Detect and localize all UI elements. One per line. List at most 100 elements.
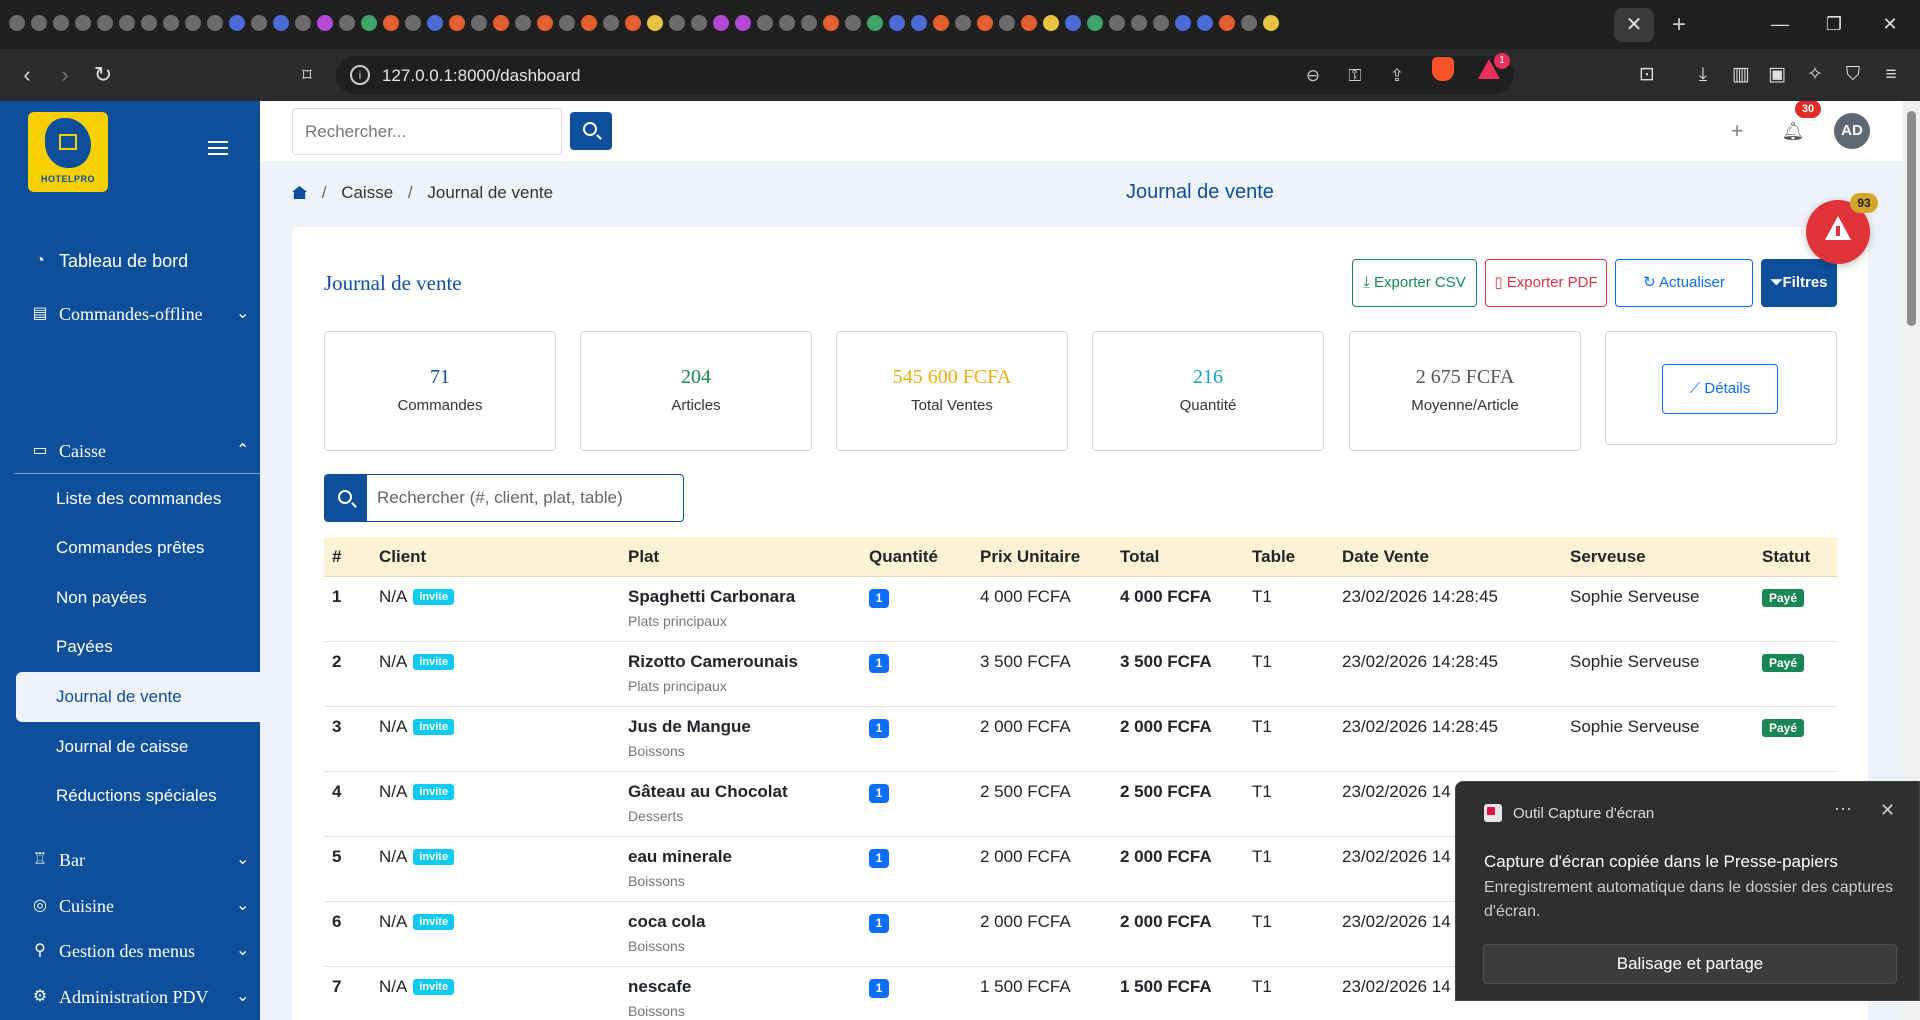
vpn-shield-icon[interactable]: ⛉ xyxy=(1840,62,1866,88)
tab-favicon[interactable] xyxy=(97,14,113,31)
column-header[interactable]: Prix Unitaire xyxy=(980,547,1080,567)
tab-favicon[interactable] xyxy=(471,14,487,31)
scrollbar-thumb[interactable] xyxy=(1907,111,1916,326)
table-row[interactable]: 2 N/A invite Rizotto Camerounais Plats pr… xyxy=(324,642,1837,707)
sidebar-toggle-icon[interactable]: ▥ xyxy=(1728,62,1754,88)
tab-favicon[interactable] xyxy=(53,14,69,31)
hotelpro-logo[interactable]: HOTELPRO xyxy=(28,112,108,192)
tab-favicon[interactable] xyxy=(713,14,729,31)
column-header[interactable]: # xyxy=(332,547,341,567)
sidebar-item-cuisine[interactable]: ◎ Cuisine ⌄ xyxy=(0,886,260,926)
tab-favicon[interactable] xyxy=(163,14,179,31)
column-header[interactable]: Statut xyxy=(1762,547,1810,567)
tab-favicon[interactable] xyxy=(1153,14,1169,31)
column-header[interactable]: Serveuse xyxy=(1570,547,1646,567)
download-icon[interactable]: ⤓ xyxy=(1690,62,1716,88)
tab-favicon[interactable] xyxy=(75,14,91,31)
tab-favicon[interactable] xyxy=(1197,14,1213,31)
url-text[interactable]: 127.0.0.1:8000/dashboard xyxy=(382,66,581,86)
menu-icon[interactable]: ≡ xyxy=(1878,62,1904,88)
tab-favicon[interactable] xyxy=(449,14,465,31)
tab-favicon[interactable] xyxy=(9,14,25,31)
table-search[interactable]: Rechercher (#, client, plat, table) xyxy=(324,474,684,522)
tab-favicon[interactable] xyxy=(625,14,641,31)
tab-favicon[interactable] xyxy=(229,14,245,31)
tab-favicon[interactable] xyxy=(1241,14,1257,31)
filters-button[interactable]: ⏷Filtres xyxy=(1761,259,1837,307)
tab-favicon[interactable] xyxy=(977,14,993,31)
refresh-button[interactable]: ↻ Actualiser xyxy=(1615,259,1753,307)
user-avatar[interactable]: AD xyxy=(1834,113,1870,149)
table-row[interactable]: 1 N/A invite Spaghetti Carbonara Plats pr… xyxy=(324,577,1837,642)
column-header[interactable]: Date Vente xyxy=(1342,547,1429,567)
table-search-button[interactable] xyxy=(325,475,367,521)
brave-shields-icon[interactable] xyxy=(1432,57,1454,81)
sidebar-item-administration-pdv[interactable]: ⚙ Administration PDV ⌄ xyxy=(0,977,260,1017)
tab-favicon[interactable] xyxy=(493,14,509,31)
tab-favicon[interactable] xyxy=(735,14,751,31)
address-bar[interactable]: i 127.0.0.1:8000/dashboard ⊖ ⚿ ⇪ xyxy=(336,56,1514,94)
table-row[interactable]: 3 N/A invite Jus de Mangue Boissons 1 2 0… xyxy=(324,707,1837,772)
sidebar-subitem-commandes-pretes[interactable]: Commandes prêtes xyxy=(0,523,260,573)
tab-favicon[interactable] xyxy=(537,14,553,31)
export-pdf-button[interactable]: ▯ Exporter PDF xyxy=(1485,259,1607,307)
tab-favicon[interactable] xyxy=(779,14,795,31)
tab-favicon[interactable] xyxy=(647,14,663,31)
leo-ai-icon[interactable]: ✧ xyxy=(1802,62,1828,88)
tab-favicon[interactable] xyxy=(889,14,905,31)
tab-favicon[interactable] xyxy=(823,14,839,31)
forward-icon[interactable]: › xyxy=(50,61,80,89)
tab-favicon[interactable] xyxy=(361,14,377,31)
tab-favicon[interactable] xyxy=(669,14,685,31)
sidebar-subitem-non-payees[interactable]: Non payées xyxy=(0,573,260,623)
tab-favicon[interactable] xyxy=(31,14,47,31)
markup-share-button[interactable]: Balisage et partage xyxy=(1483,944,1897,984)
sidebar-subitem-liste-commandes[interactable]: Liste des commandes xyxy=(0,474,260,524)
tab-favicon[interactable] xyxy=(867,14,883,31)
maximize-icon[interactable]: ❐ xyxy=(1814,10,1854,38)
tab-favicon[interactable] xyxy=(515,14,531,31)
tab-favicon[interactable] xyxy=(1021,14,1037,31)
tab-favicon[interactable] xyxy=(273,14,289,31)
tab-favicon[interactable] xyxy=(405,14,421,31)
share-icon[interactable]: ⇪ xyxy=(1386,65,1408,87)
tab-favicon[interactable] xyxy=(999,14,1015,31)
wallet-icon[interactable]: ▣ xyxy=(1764,62,1790,88)
add-icon[interactable]: + xyxy=(1723,117,1751,145)
screen-capture-icon[interactable]: ⊡ xyxy=(1634,62,1660,88)
zoom-icon[interactable]: ⊖ xyxy=(1302,65,1324,87)
active-tab-close-button[interactable]: ✕ xyxy=(1614,8,1654,42)
sidebar-subitem-journal-de-vente[interactable]: Journal de vente xyxy=(16,672,260,722)
bookmark-icon[interactable]: ⌑ xyxy=(292,61,322,89)
tab-favicon[interactable] xyxy=(581,14,597,31)
new-tab-button[interactable]: + xyxy=(1664,8,1694,42)
window-close-icon[interactable]: ✕ xyxy=(1870,10,1910,38)
back-icon[interactable]: ‹ xyxy=(12,61,42,89)
column-header[interactable]: Plat xyxy=(628,547,659,567)
tab-favicon[interactable] xyxy=(933,14,949,31)
sidebar-subitem-payees[interactable]: Payées xyxy=(0,622,260,672)
bell-icon[interactable]: 🔔︎ xyxy=(1779,117,1807,145)
site-info-icon[interactable]: i xyxy=(350,65,370,85)
tab-favicon[interactable] xyxy=(1219,14,1235,31)
column-header[interactable]: Total xyxy=(1120,547,1159,567)
tab-favicon[interactable] xyxy=(317,14,333,31)
details-button[interactable]: ⟋ Détails xyxy=(1662,364,1778,414)
tab-favicon[interactable] xyxy=(801,14,817,31)
more-options-icon[interactable]: ··· xyxy=(1834,798,1852,819)
tab-favicon[interactable] xyxy=(1175,14,1191,31)
tab-favicon[interactable] xyxy=(757,14,773,31)
home-icon[interactable] xyxy=(292,186,307,199)
tab-favicon[interactable] xyxy=(1043,14,1059,31)
tab-favicon[interactable] xyxy=(1087,14,1103,31)
tab-favicon[interactable] xyxy=(1109,14,1125,31)
column-header[interactable]: Table xyxy=(1252,547,1295,567)
tab-favicon[interactable] xyxy=(185,14,201,31)
tab-favicon[interactable] xyxy=(295,14,311,31)
sidebar-item-caisse[interactable]: ▭ Caisse ⌃ xyxy=(0,431,260,471)
sidebar-item-commandes-offline[interactable]: ▤ Commandes-offline ⌄ xyxy=(0,294,260,334)
column-header[interactable]: Quantité xyxy=(869,547,938,567)
breadcrumb-item-caisse[interactable]: Caisse xyxy=(341,183,393,202)
sidebar-subitem-journal-de-caisse[interactable]: Journal de caisse xyxy=(0,722,260,772)
sidebar-subitem-reductions-speciales[interactable]: Réductions spéciales xyxy=(0,771,260,821)
